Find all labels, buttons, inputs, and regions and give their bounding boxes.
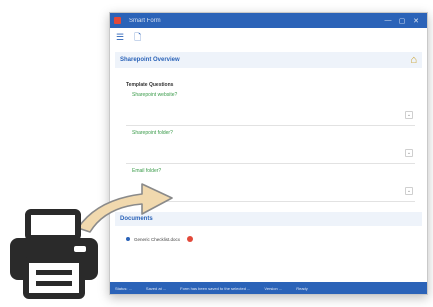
error-status-icon bbox=[187, 236, 194, 242]
overview-title: Sharepoint Overview bbox=[120, 57, 180, 63]
home-icon[interactable]: ⌂ bbox=[410, 54, 417, 66]
window-title: Smart Form bbox=[129, 17, 161, 24]
status-bar: Status: ... Saved at ... Form has been s… bbox=[110, 282, 427, 294]
document-icon[interactable]: 🗋 bbox=[134, 32, 141, 42]
question-label[interactable]: Sharepoint website? bbox=[132, 92, 177, 98]
chevron-down-icon[interactable]: ⌄ bbox=[405, 187, 413, 195]
title-bar: Smart Form — ▢ ✕ bbox=[110, 13, 427, 28]
question-label[interactable]: Sharepoint folder? bbox=[132, 130, 173, 136]
status-item: Ready bbox=[296, 285, 308, 291]
status-item: Version ... bbox=[264, 285, 283, 291]
maximize-button[interactable]: ▢ bbox=[395, 17, 409, 25]
status-item: Saved at ... bbox=[145, 285, 167, 291]
close-button[interactable]: ✕ bbox=[409, 17, 423, 25]
question-row: Sharepoint folder? ⌄ bbox=[126, 126, 415, 164]
printer-icon bbox=[10, 209, 98, 299]
status-item: Form has been saved to the selected ... bbox=[180, 285, 251, 291]
app-icon bbox=[114, 17, 121, 24]
status-item: Status: ... bbox=[115, 285, 132, 291]
screenshot-canvas: Smart Form — ▢ ✕ ☰ 🗋 Sharepoint Overview… bbox=[0, 0, 433, 307]
menu-icon[interactable]: ☰ bbox=[116, 32, 124, 42]
overview-header: Sharepoint Overview ⌂ bbox=[115, 52, 422, 68]
chevron-down-icon[interactable]: ⌄ bbox=[405, 111, 413, 119]
app-window: Smart Form — ▢ ✕ ☰ 🗋 Sharepoint Overview… bbox=[109, 12, 428, 295]
minimize-button[interactable]: — bbox=[381, 17, 395, 24]
toolbar: ☰ 🗋 bbox=[110, 28, 427, 46]
question-row: Sharepoint website? ⌄ bbox=[126, 88, 415, 126]
chevron-down-icon[interactable]: ⌄ bbox=[405, 149, 413, 157]
